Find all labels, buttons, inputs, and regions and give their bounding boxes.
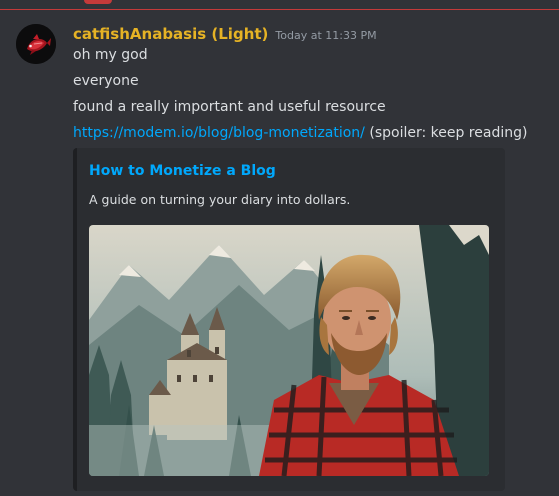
embed-image[interactable] [89,225,489,476]
link-embed: How to Monetize a Blog A guide on turnin… [73,148,505,491]
message-header: catfishAnabasis (Light) Today at 11:33 P… [73,23,377,45]
message-line: everyone [73,73,139,89]
avatar[interactable] [16,24,56,64]
embed-description: A guide on turning your diary into dolla… [89,192,351,207]
username[interactable]: catfishAnabasis (Light) [73,23,268,45]
link-suffix-text: (spoiler: keep reading) [364,125,528,141]
message-link-line: https://modem.io/blog/blog-monetization/… [73,123,527,143]
chat-message: catfishAnabasis (Light) Today at 11:33 P… [0,0,559,496]
message-line: found a really important and useful reso… [73,99,386,115]
timestamp[interactable]: Today at 11:33 PM [275,25,376,47]
red-fish-avatar-icon [16,24,56,64]
lumberjack-castle-illustration [89,225,489,476]
message-line: oh my god [73,47,148,63]
embed-title[interactable]: How to Monetize a Blog [89,161,276,181]
message-link[interactable]: https://modem.io/blog/blog-monetization/ [73,125,365,141]
